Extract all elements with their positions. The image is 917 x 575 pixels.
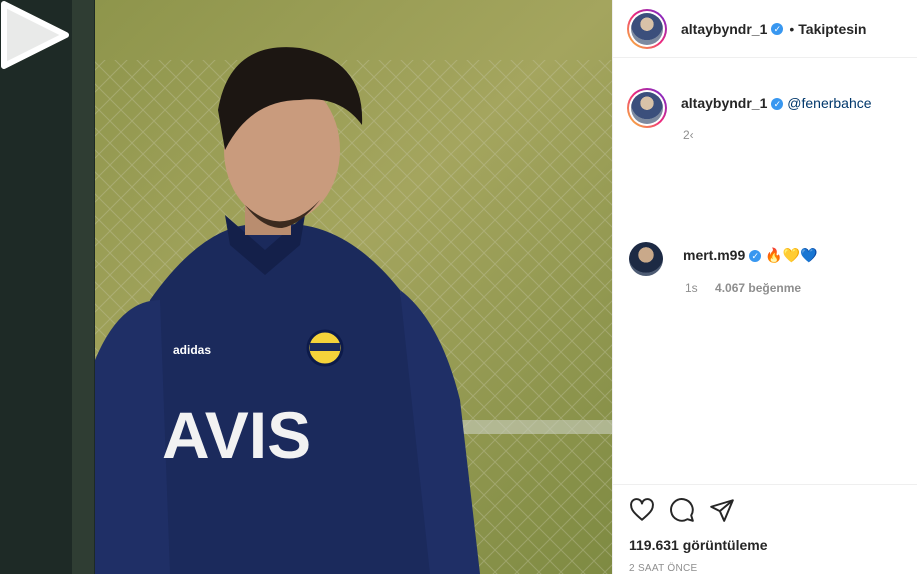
heart-icon[interactable] [629,497,655,523]
share-icon[interactable] [709,497,735,523]
view-count[interactable]: 119.631 görüntüleme [629,537,768,553]
separator-dot: • [789,20,795,37]
caption-time[interactable]: 2‹ [683,128,694,142]
post-side-panel: altaybyndr_1 ✓ • Takiptesin altaybyndr_1… [612,0,917,574]
video-player[interactable]: adidas AVIS [0,0,612,574]
verified-icon: ✓ [749,250,762,263]
jersey-sponsor-text: AVIS [162,398,311,472]
comment-text: 🔥💛💙 [765,247,818,263]
following-button[interactable]: Takiptesin [798,21,866,37]
author-avatar[interactable] [627,8,667,49]
comment-time[interactable]: 1s [685,281,698,295]
caption-avatar[interactable] [627,88,667,128]
adidas-logo: adidas [173,343,211,357]
post-time[interactable]: 2 SAAT ÖNCE [629,563,698,574]
comment-meta: 1s 4.067 beğenme [685,281,801,295]
post-actions: 119.631 görüntüleme 2 SAAT ÖNCE [613,484,917,575]
post-header: altaybyndr_1 ✓ • Takiptesin [613,0,917,58]
caption-username[interactable]: altaybyndr_1 [681,95,767,111]
mention-link[interactable]: @fenerbahce [787,95,871,111]
comment-likes[interactable]: 4.067 beğenme [715,281,801,295]
comment: mert.m99 ✓ 🔥💛💙 [629,242,817,276]
caption: altaybyndr_1 ✓ @fenerbahce [627,88,872,128]
verified-icon: ✓ [771,22,784,35]
video-frame: adidas AVIS [0,0,612,574]
author-username[interactable]: altaybyndr_1 [681,21,767,37]
commenter-avatar[interactable] [629,242,663,276]
play-icon[interactable] [0,0,70,70]
comment-icon[interactable] [669,497,695,523]
verified-icon: ✓ [771,98,784,111]
commenter-username[interactable]: mert.m99 [683,247,745,263]
